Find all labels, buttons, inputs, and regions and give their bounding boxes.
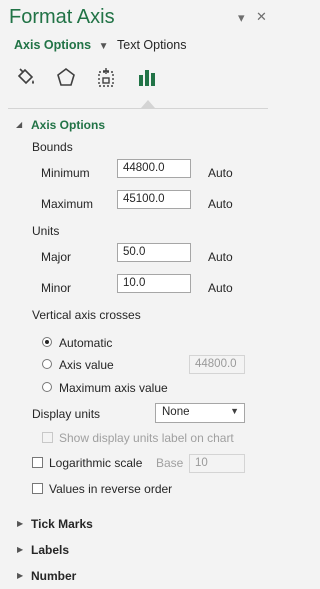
crosses-automatic-radio[interactable] xyxy=(42,337,52,347)
collapse-triangle-icon[interactable]: ◢ xyxy=(16,120,22,129)
dropdown-arrow-icon: ▼ xyxy=(230,406,239,416)
pane-title: Format Axis xyxy=(9,6,115,28)
major-auto-button[interactable]: Auto xyxy=(208,250,233,264)
crosses-automatic-label[interactable]: Automatic xyxy=(59,336,112,350)
crosses-heading: Vertical axis crosses xyxy=(32,308,141,322)
crosses-axis-value-label[interactable]: Axis value xyxy=(59,358,114,372)
expand-triangle-icon[interactable]: ▶ xyxy=(17,519,23,528)
effects-pentagon-icon[interactable] xyxy=(52,64,80,92)
major-input[interactable]: 50.0 xyxy=(117,243,191,262)
base-input[interactable]: 10 xyxy=(189,454,245,473)
minimum-auto-button[interactable]: Auto xyxy=(208,166,233,180)
minor-label: Minor xyxy=(41,281,72,295)
crosses-axis-value-radio[interactable] xyxy=(42,359,52,369)
reverse-order-checkbox[interactable] xyxy=(32,483,43,494)
section-labels[interactable]: Labels xyxy=(31,543,69,557)
chevron-down-icon[interactable]: ▾ xyxy=(238,10,245,26)
minimum-label: Minimum xyxy=(41,166,90,180)
section-tick-marks[interactable]: Tick Marks xyxy=(31,517,93,531)
crosses-maximum-radio[interactable] xyxy=(42,382,52,392)
crosses-axis-value-input[interactable]: 44800.0 xyxy=(189,355,245,374)
section-axis-options[interactable]: Axis Options xyxy=(31,118,105,132)
close-icon[interactable]: ✕ xyxy=(256,9,267,25)
bounds-heading: Bounds xyxy=(32,140,73,154)
options-tabs: Axis Options ▼ xyxy=(14,38,108,52)
base-label: Base xyxy=(156,456,184,470)
expand-triangle-icon[interactable]: ▶ xyxy=(17,545,23,554)
maximum-input[interactable]: 45100.0 xyxy=(117,190,191,209)
minor-auto-button[interactable]: Auto xyxy=(208,281,233,295)
section-number[interactable]: Number xyxy=(31,569,76,583)
expand-triangle-icon[interactable]: ▶ xyxy=(17,571,23,580)
units-heading: Units xyxy=(32,224,60,238)
crosses-maximum-label[interactable]: Maximum axis value xyxy=(59,381,168,395)
log-scale-label[interactable]: Logarithmic scale xyxy=(49,456,142,470)
tab-divider xyxy=(8,108,268,109)
major-label: Major xyxy=(41,250,72,264)
axis-options-bar-icon[interactable] xyxy=(133,64,161,92)
tab-axis-options-dropdown-icon[interactable]: ▼ xyxy=(99,41,109,52)
show-units-label: Show display units label on chart xyxy=(59,431,234,445)
display-units-value: None xyxy=(162,406,190,418)
display-units-select[interactable]: None ▼ xyxy=(155,403,245,423)
show-units-checkbox[interactable] xyxy=(42,432,53,443)
minor-input[interactable]: 10.0 xyxy=(117,274,191,293)
tab-text-options[interactable]: Text Options xyxy=(117,38,186,52)
display-units-label: Display units xyxy=(32,407,101,421)
size-properties-icon[interactable] xyxy=(92,64,120,92)
reverse-order-label[interactable]: Values in reverse order xyxy=(49,482,172,496)
fill-line-icon[interactable] xyxy=(12,64,40,92)
active-tab-pointer xyxy=(141,100,155,108)
maximum-label: Maximum xyxy=(41,197,94,211)
tab-axis-options[interactable]: Axis Options xyxy=(14,38,91,52)
log-scale-checkbox[interactable] xyxy=(32,457,43,468)
maximum-auto-button[interactable]: Auto xyxy=(208,197,233,211)
minimum-input[interactable]: 44800.0 xyxy=(117,159,191,178)
